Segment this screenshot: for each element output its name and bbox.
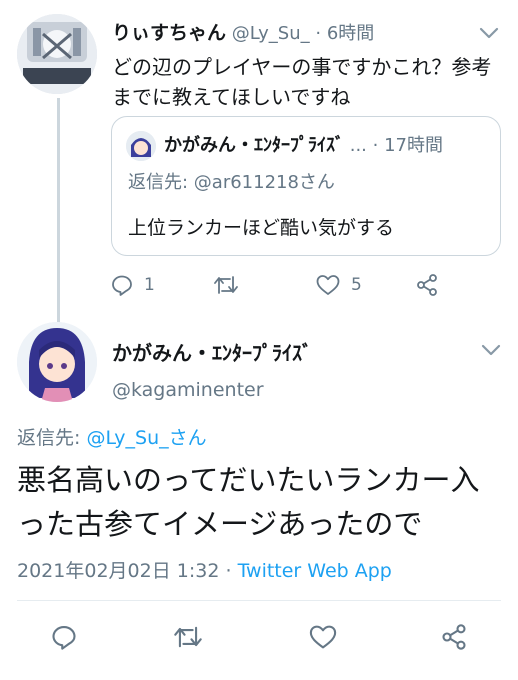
- main-tweet-meta: 2021年02月02日 1:32 · Twitter Web App: [17, 556, 392, 586]
- reply-count: 1: [144, 275, 155, 295]
- reply-time[interactable]: 6時間: [327, 23, 374, 44]
- main-reply-to: 返信先: @Ly_Su_さん: [17, 423, 207, 453]
- quoted-author-avatar: [126, 131, 156, 161]
- reply-action[interactable]: 1: [110, 270, 155, 300]
- retweet-icon: [214, 276, 238, 294]
- main-author-handle[interactable]: @kagaminenter: [112, 375, 264, 405]
- reply-icon: [112, 275, 132, 296]
- quoted-reply-to: 返信先: @ar611218さん: [128, 172, 335, 193]
- share-icon: [442, 624, 466, 650]
- reply-tweet-text: どの辺のプレイヤーの事ですかこれ？参考までに教えてほしいですね: [112, 55, 492, 109]
- divider: [17, 600, 501, 601]
- quoted-ellipsis: ...: [349, 135, 367, 156]
- main-timestamp[interactable]: 2021年02月02日 1:32: [17, 560, 219, 582]
- reply-icon: [52, 626, 76, 650]
- reply-tweet-header: りぃすちゃん @Ly_Su_ · 6時間: [112, 18, 472, 48]
- main-retweet-action[interactable]: [173, 620, 203, 654]
- thread-connector-line: [57, 98, 60, 324]
- avatar-ly-su[interactable]: [17, 14, 97, 94]
- quoted-author-name: かがみん・ｴﾝﾀｰﾌﾟﾗｲｽﾞ: [164, 135, 344, 156]
- main-reply-handle-link[interactable]: @Ly_Su_さん: [86, 427, 206, 449]
- chevron-down-icon[interactable]: [478, 26, 500, 40]
- quoted-time: 17時間: [384, 135, 444, 156]
- chevron-down-icon[interactable]: [480, 343, 502, 357]
- like-action[interactable]: 5: [315, 270, 362, 300]
- like-icon: [309, 625, 337, 649]
- main-tweet-text: 悪名高いのってだいたいランカー入った古参てイメージあったので: [17, 463, 480, 541]
- main-author-name[interactable]: かがみん・ｴﾝﾀｰﾌﾟﾗｲｽﾞ: [112, 338, 312, 368]
- quoted-separator: ·: [372, 135, 379, 156]
- quoted-tweet[interactable]: かがみん・ｴﾝﾀｰﾌﾟﾗｲｽﾞ ... · 17時間 返信先: @ar61121…: [111, 116, 501, 256]
- like-icon: [316, 275, 340, 295]
- quoted-tweet-text: 上位ランカーほど酷い気がする: [128, 217, 395, 239]
- share-action[interactable]: [415, 270, 439, 300]
- avatar-kagaminenter[interactable]: [17, 322, 97, 402]
- reply-author-handle[interactable]: @Ly_Su_: [232, 23, 310, 44]
- main-tweet-actions: [0, 620, 518, 654]
- reply-author-name[interactable]: りぃすちゃん: [112, 22, 226, 44]
- like-count: 5: [351, 275, 362, 295]
- main-share-action[interactable]: [440, 620, 468, 654]
- main-like-action[interactable]: [308, 620, 338, 654]
- main-meta-separator: ·: [225, 560, 232, 582]
- share-icon: [417, 274, 437, 296]
- reply-tweet-actions: 1 5: [110, 270, 510, 300]
- main-client-link[interactable]: Twitter Web App: [238, 560, 392, 582]
- main-reply-action[interactable]: [50, 620, 78, 654]
- retweet-icon: [174, 626, 202, 648]
- retweet-action[interactable]: [213, 270, 249, 300]
- main-reply-prefix: 返信先:: [17, 427, 81, 449]
- quoted-tweet-header: かがみん・ｴﾝﾀｰﾌﾟﾗｲｽﾞ ... · 17時間: [164, 131, 494, 161]
- reply-separator: ·: [315, 23, 322, 44]
